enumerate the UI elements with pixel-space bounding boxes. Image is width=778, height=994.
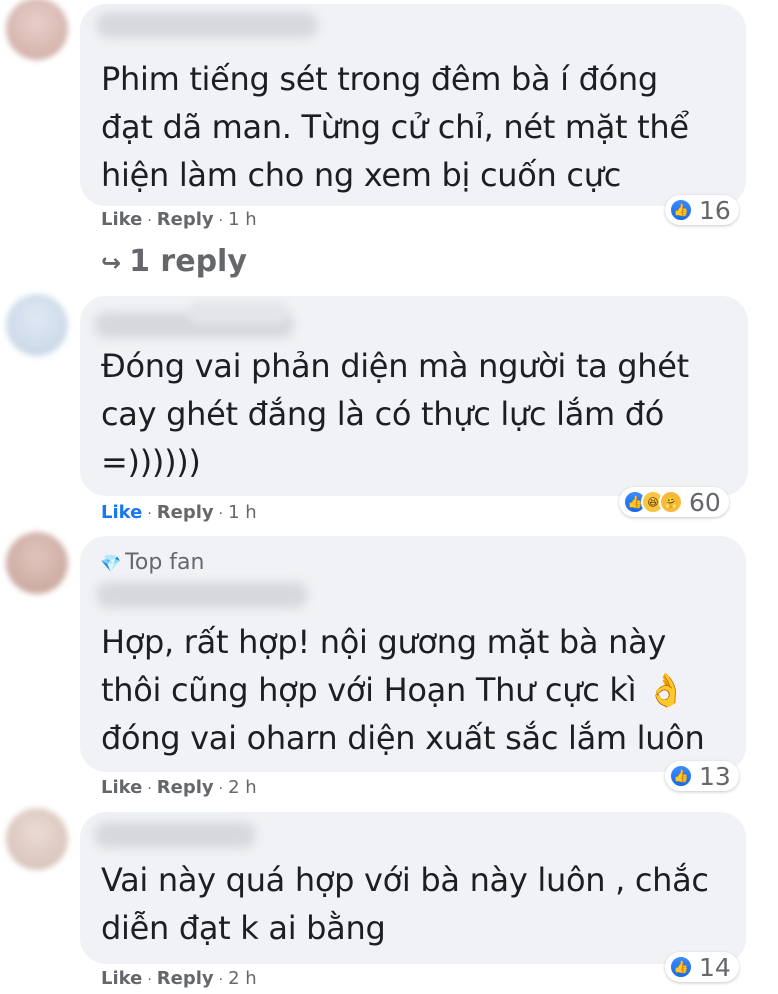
like-button[interactable]: Like [101, 968, 142, 989]
like-button[interactable]: Like [101, 777, 142, 798]
comment-thread: Phim tiếng sét trong đêm bà í đóng đạt d… [0, 0, 778, 994]
reply-button[interactable]: Reply [157, 209, 214, 230]
replies-count-label: 1 reply [129, 244, 247, 279]
commenter-avatar[interactable] [6, 808, 68, 870]
comment-timestamp[interactable]: 2 h [228, 777, 257, 798]
comment-line: Phim tiếng sét trong đêm bà í đóng [101, 60, 658, 98]
commenter-name-redacted[interactable] [96, 582, 308, 608]
separator-dot: · [218, 972, 224, 988]
reaction-summary[interactable]: 👍 14 [665, 952, 739, 982]
like-reaction-icon: 👍 [669, 955, 693, 979]
reaction-count: 16 [699, 195, 731, 225]
comment-line: Vai này quá hợp với bà này luôn , chắc [101, 861, 709, 899]
comment-line: Đóng vai phản diện mà người ta ghét [101, 347, 689, 385]
care-reaction-icon: 🤗 [659, 490, 683, 514]
comment-line: =)))))) [101, 443, 201, 481]
comment-bubble: 💎 Top fan Hợp, rất hợp! nội gương mặt bà … [80, 536, 746, 772]
comment-line: Hợp, rất hợp! nội gương mặt bà này [101, 623, 667, 661]
comment-actions: Like · Reply · 2 h [101, 968, 257, 989]
comment-timestamp[interactable]: 1 h [228, 209, 257, 230]
top-fan-badge[interactable]: 💎 Top fan [100, 550, 204, 575]
diamond-icon: 💎 [100, 554, 122, 574]
comment-actions: Like · Reply · 2 h [101, 777, 257, 798]
separator-dot: · [218, 781, 224, 797]
top-fan-label: Top fan [125, 550, 205, 575]
reaction-count: 13 [699, 761, 731, 791]
comment-bubble: Phim tiếng sét trong đêm bà í đóng đạt d… [80, 4, 746, 206]
commenter-name-redacted[interactable] [96, 12, 318, 38]
reply-button[interactable]: Reply [157, 968, 214, 989]
view-replies-link[interactable]: ↪ 1 reply [101, 244, 247, 279]
reaction-summary[interactable]: 👍 16 [665, 195, 739, 225]
name-blur-shadow [188, 302, 288, 324]
like-button[interactable]: Like [101, 502, 142, 523]
comment-line: diễn đạt k ai bằng [101, 909, 386, 947]
comment-line: hiện làm cho ng xem bị cuốn cực [101, 156, 621, 194]
reply-button[interactable]: Reply [157, 502, 214, 523]
reply-arrow-icon: ↪ [101, 249, 122, 277]
separator-dot: · [218, 213, 224, 229]
separator-dot: · [147, 506, 152, 522]
reaction-count: 60 [689, 487, 721, 517]
reaction-summary[interactable]: 👍 😆 🤗 60 [619, 487, 729, 517]
comment-text: Vai này quá hợp với bà này luôn , chắc d… [101, 856, 709, 952]
comment-text: Đóng vai phản diện mà người ta ghét cay … [101, 342, 689, 486]
reply-button[interactable]: Reply [157, 777, 214, 798]
comment-line: cay ghét đắng là có thực lực lắm đó [101, 395, 665, 433]
reaction-summary[interactable]: 👍 13 [665, 761, 739, 791]
commenter-avatar[interactable] [6, 294, 68, 356]
separator-dot: · [147, 213, 152, 229]
comment-text: Hợp, rất hợp! nội gương mặt bà này thôi … [101, 618, 705, 762]
comment-timestamp[interactable]: 2 h [228, 968, 257, 989]
comment-line: đóng vai oharn diện xuất sắc lắm luôn [101, 719, 705, 757]
commenter-avatar[interactable] [6, 532, 68, 594]
comment-actions: Like · Reply · 1 h [101, 209, 257, 230]
comment-actions: Like · Reply · 1 h [101, 502, 257, 523]
reaction-count: 14 [699, 952, 731, 982]
like-reaction-icon: 👍 [669, 764, 693, 788]
commenter-name-redacted[interactable] [94, 822, 256, 848]
separator-dot: · [147, 781, 152, 797]
separator-dot: · [147, 972, 152, 988]
like-button[interactable]: Like [101, 209, 142, 230]
comment-timestamp[interactable]: 1 h [228, 502, 257, 523]
comment-text: Phim tiếng sét trong đêm bà í đóng đạt d… [101, 55, 689, 199]
comment-line: đạt dã man. Từng cử chỉ, nét mặt thể [101, 108, 689, 146]
like-reaction-icon: 👍 [669, 198, 693, 222]
commenter-avatar[interactable] [6, 0, 68, 60]
comment-line: thôi cũng hợp với Hoạn Thư cực kì 👌 [101, 671, 686, 709]
comment-bubble: Đóng vai phản diện mà người ta ghét cay … [80, 296, 748, 496]
separator-dot: · [218, 506, 224, 522]
comment-bubble: Vai này quá hợp với bà này luôn , chắc d… [80, 812, 746, 964]
